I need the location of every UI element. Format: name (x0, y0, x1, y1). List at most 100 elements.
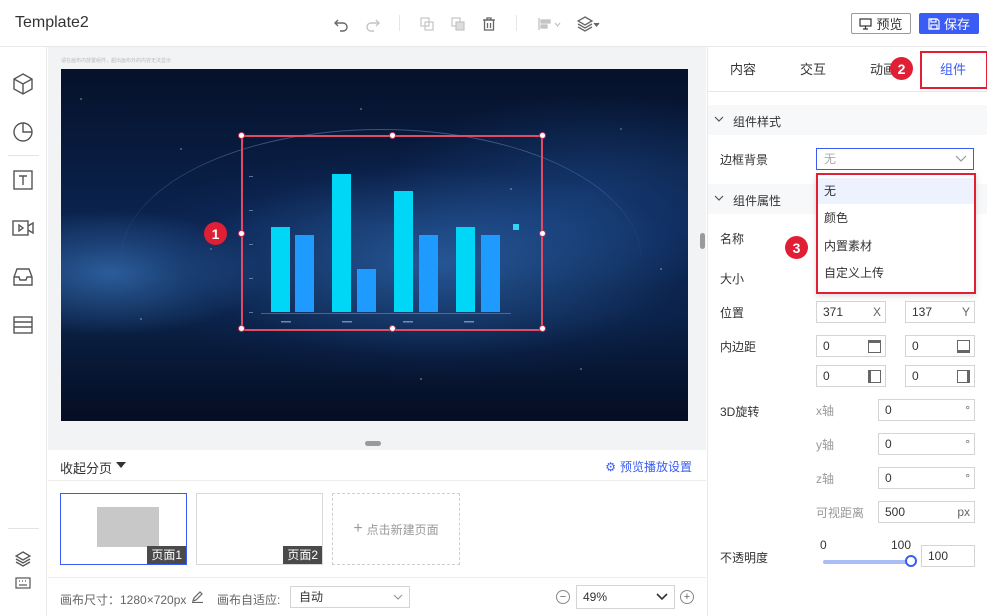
rotate-label: 3D旋转 (720, 405, 760, 419)
degree-unit: ° (965, 471, 970, 485)
opacity-slider-handle[interactable] (905, 555, 917, 567)
pages-list: 页面1 页面2 + 点击新建页面 (48, 481, 706, 577)
section-style-header[interactable]: 组件样式 (708, 105, 987, 135)
new-page-button[interactable]: + 点击新建页面 (332, 493, 460, 565)
rotate-z-input[interactable]: 0 ° (878, 467, 975, 489)
y-axis-label: y轴 (816, 438, 835, 452)
degree-unit: ° (965, 403, 970, 417)
opacity-value: 100 (928, 549, 949, 563)
opacity-slider-track[interactable] (823, 560, 911, 564)
list-icon[interactable] (11, 313, 35, 337)
chevron-down-icon (393, 594, 403, 600)
position-y-input[interactable]: 137 Y (905, 301, 975, 323)
fit-select[interactable]: 自动 (290, 586, 410, 608)
opacity-label: 不透明度 (720, 551, 769, 565)
cube-icon[interactable] (11, 72, 35, 96)
view-distance-input[interactable]: 500 px (878, 501, 975, 523)
x-unit: X (872, 305, 881, 319)
resize-handle-tr[interactable] (539, 132, 546, 139)
canvas-workarea: 请在画布内放置组件，超出画布外的内容无法显示 (48, 47, 706, 450)
app-title: Template2 (15, 14, 89, 31)
copy-icon[interactable] (417, 14, 437, 34)
toolbar-divider (399, 15, 400, 31)
page-thumb-2[interactable]: 页面2 (196, 493, 323, 565)
resize-handle-b[interactable] (389, 325, 396, 332)
y-unit: Y (961, 305, 970, 319)
selection-box[interactable] (241, 135, 543, 331)
rotate-z-value: 0 (885, 471, 892, 485)
opacity-input[interactable]: 100 (921, 545, 975, 567)
canvas-hint: 请在画布内放置组件，超出画布外的内容无法显示 (61, 58, 172, 64)
redo-icon[interactable] (363, 14, 383, 34)
padding-bottom-icon (957, 340, 970, 353)
zoom-out-button[interactable]: − (556, 590, 570, 604)
tab-interaction[interactable]: 交互 (778, 47, 848, 92)
pencil-icon[interactable] (191, 590, 204, 606)
page-thumb-1[interactable]: 页面1 (60, 493, 187, 565)
save-button[interactable]: 保存 (919, 13, 979, 34)
padding-bottom-input[interactable]: 0 (905, 335, 975, 357)
opacity-min: 0 (820, 538, 827, 552)
section-props-label: 组件属性 (733, 194, 782, 208)
section-style-label: 组件样式 (733, 115, 782, 129)
resize-handle-br[interactable] (539, 325, 546, 332)
position-x-value: 371 (823, 305, 844, 319)
caret-down-icon[interactable] (116, 462, 126, 468)
canvas-size-label: 画布尺寸：1280×720px (60, 593, 187, 607)
top-bar: Template2 预览 保存 (0, 0, 987, 47)
view-distance-value: 500 (885, 505, 906, 519)
undo-icon[interactable] (331, 14, 351, 34)
resize-handle-r[interactable] (539, 230, 546, 237)
resize-handle-tl[interactable] (238, 132, 245, 139)
border-bg-value: 无 (824, 152, 837, 166)
padding-right-value: 0 (912, 369, 919, 383)
chevron-down-icon (714, 195, 724, 201)
vertical-scrollbar[interactable] (700, 233, 705, 249)
border-bg-select[interactable]: 无 (816, 148, 974, 170)
left-rail (0, 47, 47, 616)
layer-order-icon[interactable] (576, 14, 602, 34)
resize-handle-bl[interactable] (238, 325, 245, 332)
page-tag: 页面1 (147, 546, 186, 564)
delete-icon[interactable] (479, 14, 499, 34)
layers-icon[interactable] (11, 547, 35, 571)
new-page-label: 点击新建页面 (366, 522, 439, 537)
properties-panel: 内容 交互 动画 组件 组件样式 边框背景 无 组件属性 名称 大小 位置 37… (707, 47, 987, 616)
padding-right-input[interactable]: 0 (905, 365, 975, 387)
zoom-in-button[interactable]: + (680, 590, 694, 604)
rotate-x-value: 0 (885, 403, 892, 417)
canvas[interactable] (61, 69, 688, 421)
rotate-x-input[interactable]: 0 ° (878, 399, 975, 421)
horizontal-scrollbar[interactable] (365, 441, 381, 446)
pie-icon[interactable] (11, 120, 35, 144)
rotate-y-input[interactable]: 0 ° (878, 433, 975, 455)
footer-bar: 画布尺寸：1280×720px 画布自适应: 自动 − 49% + (48, 577, 706, 616)
preview-setting-label: 预览播放设置 (619, 460, 692, 474)
resize-handle-t[interactable] (389, 132, 396, 139)
size-label: 大小 (720, 272, 745, 286)
align-icon[interactable] (537, 14, 563, 34)
inbox-icon[interactable] (11, 265, 35, 289)
save-label: 保存 (943, 17, 970, 32)
save-icon (928, 17, 940, 30)
opacity-max: 100 (891, 538, 912, 552)
video-icon[interactable] (11, 216, 35, 240)
zoom-select[interactable]: 49% (576, 585, 675, 609)
collapse-pages-toggle[interactable]: 收起分页 (60, 458, 112, 477)
chevron-down-icon (714, 116, 724, 122)
text-icon[interactable] (11, 168, 35, 192)
tab-content[interactable]: 内容 (708, 47, 778, 92)
z-axis-label: z轴 (816, 472, 835, 486)
padding-top-input[interactable]: 0 (816, 335, 886, 357)
paste-icon[interactable] (448, 14, 468, 34)
view-distance-label: 可视距离 (816, 506, 865, 520)
resize-handle-l[interactable] (238, 230, 245, 237)
fit-select-value: 自动 (299, 590, 324, 604)
rail-divider (8, 155, 39, 156)
page-thumb-preview (97, 507, 159, 547)
padding-left-input[interactable]: 0 (816, 365, 886, 387)
keyboard-icon[interactable] (11, 571, 35, 595)
preview-button[interactable]: 预览 (851, 13, 911, 34)
preview-playback-settings[interactable]: ⚙ 预览播放设置 (605, 458, 692, 475)
position-x-input[interactable]: 371 X (816, 301, 886, 323)
